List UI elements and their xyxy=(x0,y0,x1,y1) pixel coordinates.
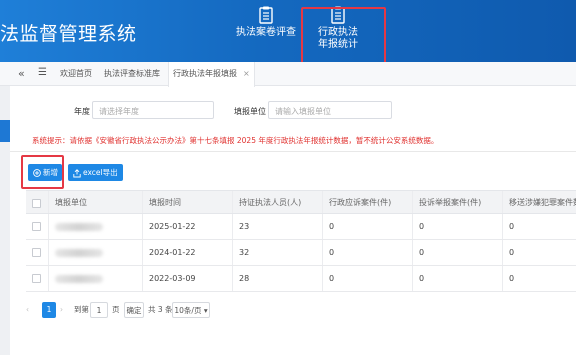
report-table: 填报单位 填报时间 持证执法人员(人) 行政应诉案件(件) 投诉举报案件(件) … xyxy=(26,190,576,292)
top-header: 法监督管理系统 执法案卷评查 行政执法年报统计 xyxy=(0,0,576,62)
staff-count-cell: 23 xyxy=(232,214,322,239)
column-header[interactable]: 持证执法人员(人) xyxy=(232,191,322,213)
nav-case-review-label: 执法案卷评查 xyxy=(236,27,296,38)
row-select-cell xyxy=(26,266,48,291)
redacted-text xyxy=(55,248,103,257)
row-checkbox[interactable] xyxy=(32,274,41,283)
table-row[interactable]: 2022-03-09 28 0 0 0 xyxy=(26,266,576,292)
fill-time-cell: 2022-03-09 xyxy=(142,266,232,291)
tab-annual-report[interactable]: 行政执法年报填报 × xyxy=(168,62,255,87)
page-number-input[interactable]: 1 xyxy=(90,302,108,318)
complaint-count-cell: 0 xyxy=(412,214,502,239)
staff-count-cell: 32 xyxy=(232,240,322,265)
transfer-count-cell: 0 xyxy=(502,266,576,291)
confirm-page-button[interactable]: 确定 xyxy=(124,302,144,318)
total-count: 共 3 条 xyxy=(148,305,173,314)
litigation-count-cell: 0 xyxy=(322,214,412,239)
complaint-count-cell: 0 xyxy=(412,240,502,265)
tab-bar: « ☰ 欢迎首页 执法评查标准库 行政执法年报填报 × xyxy=(0,62,576,87)
nav-case-review[interactable]: 执法案卷评查 xyxy=(228,6,304,39)
goto-label: 到第 xyxy=(74,305,89,314)
transfer-count-cell: 0 xyxy=(502,240,576,265)
litigation-count-cell: 0 xyxy=(322,240,412,265)
divider xyxy=(10,151,576,152)
excel-export-button[interactable]: excel导出 xyxy=(68,164,123,181)
row-checkbox[interactable] xyxy=(32,248,41,257)
unit-input[interactable]: 请输入填报单位 xyxy=(268,101,392,119)
year-label: 年度 xyxy=(74,107,90,116)
close-icon[interactable]: × xyxy=(243,69,250,78)
clipboard-icon xyxy=(259,6,273,24)
table-row[interactable]: 2024-01-22 32 0 0 0 xyxy=(26,240,576,266)
tab-welcome[interactable]: 欢迎首页 xyxy=(56,62,96,86)
column-header[interactable]: 行政应诉案件(件) xyxy=(322,191,412,213)
app-window: 法监督管理系统 执法案卷评查 行政执法年报统计 « ☰ 欢迎首页 执法评查标准库… xyxy=(0,0,576,355)
column-header[interactable]: 投诉举报案件(件) xyxy=(412,191,502,213)
transfer-count-cell: 0 xyxy=(502,214,576,239)
row-select-cell xyxy=(26,240,48,265)
table-row[interactable]: 2025-01-22 23 0 0 0 xyxy=(26,214,576,240)
highlight-box-add xyxy=(21,155,64,189)
litigation-count-cell: 0 xyxy=(322,266,412,291)
row-checkbox[interactable] xyxy=(32,222,41,231)
header-select-cell xyxy=(26,191,48,213)
chevron-down-icon: ▾ xyxy=(203,306,208,315)
year-select[interactable]: 请选择年度 xyxy=(92,101,214,119)
page-size-select[interactable]: 10条/页 ▾ xyxy=(172,302,210,318)
tab-standard-library[interactable]: 执法评查标准库 xyxy=(100,62,164,86)
unit-label: 填报单位 xyxy=(234,107,266,116)
system-notice: 系统提示：请依据《安徽省行政执法公示办法》第十七条填报 2025 年度行政执法年… xyxy=(32,136,439,145)
page-unit-label: 页 xyxy=(112,305,120,314)
complaint-count-cell: 0 xyxy=(412,266,502,291)
prev-page-icon[interactable]: ‹ xyxy=(26,302,38,318)
row-select-cell xyxy=(26,214,48,239)
double-chevron-left-icon[interactable]: « xyxy=(18,67,25,80)
fill-time-cell: 2024-01-22 xyxy=(142,240,232,265)
reporting-unit-cell xyxy=(48,214,142,239)
next-page-icon[interactable]: › xyxy=(60,302,70,318)
page-1-button[interactable]: 1 xyxy=(42,302,56,318)
menu-toggle-icon[interactable]: ☰ xyxy=(38,67,47,78)
table-header: 填报单位 填报时间 持证执法人员(人) 行政应诉案件(件) 投诉举报案件(件) … xyxy=(26,190,576,214)
redacted-text xyxy=(55,274,103,283)
reporting-unit-cell xyxy=(48,266,142,291)
select-all-checkbox[interactable] xyxy=(32,199,41,208)
sidebar-active-marker xyxy=(0,120,10,142)
fill-time-cell: 2025-01-22 xyxy=(142,214,232,239)
column-header[interactable]: 移送涉嫌犯罪案件数 xyxy=(502,191,576,213)
column-header[interactable]: 填报单位 xyxy=(48,191,142,213)
reporting-unit-cell xyxy=(48,240,142,265)
system-title: 法监督管理系统 xyxy=(0,23,137,45)
column-header[interactable]: 填报时间 xyxy=(142,191,232,213)
staff-count-cell: 28 xyxy=(232,266,322,291)
upload-icon xyxy=(73,168,81,177)
redacted-text xyxy=(55,222,103,231)
